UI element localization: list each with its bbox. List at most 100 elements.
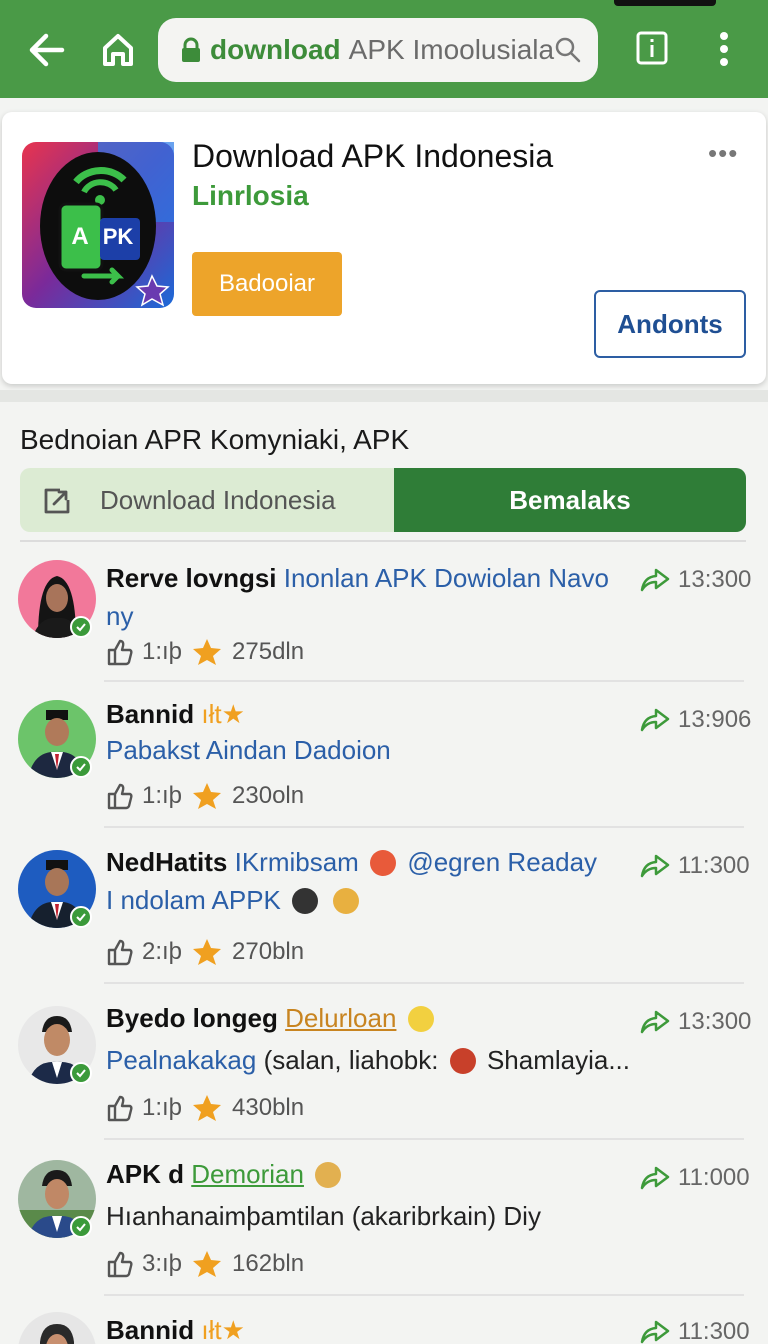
post-header: Byedo longeg Delurloan (106, 1002, 438, 1034)
app-screen: download APK Imoolusiala A PK Download A… (0, 0, 768, 1344)
post-meta: 3:ıþ 162bln (106, 1250, 304, 1278)
time-label: 11:000 (678, 1164, 750, 1191)
flag-emoji-icon (449, 1048, 476, 1074)
android-button[interactable]: Andonts (594, 290, 746, 358)
post-author[interactable]: NedHatits (106, 847, 227, 877)
post-text-line: Pealnakakag (106, 1045, 257, 1075)
verified-check-icon (70, 616, 92, 638)
star-icon (193, 1095, 222, 1121)
rooster-emoji-icon (370, 850, 397, 876)
home-icon (103, 34, 133, 66)
arrow-left-icon (29, 33, 65, 67)
detective-emoji-icon (315, 1162, 342, 1188)
time-label: 11:300 (678, 852, 750, 879)
like-count: 3:ıþ (142, 1250, 183, 1277)
install-button[interactable]: Badooiar (192, 252, 342, 316)
divider (104, 680, 744, 682)
divider (104, 1138, 744, 1140)
avatar[interactable] (18, 560, 96, 638)
post-time: 13:300 (640, 566, 751, 594)
verified-check-icon (70, 1062, 92, 1084)
share-arrow-icon[interactable] (640, 707, 670, 733)
badge-stars: ıłt★ (201, 699, 245, 729)
app-icon: A PK (22, 142, 174, 308)
like-count: 2:ıþ (142, 938, 183, 965)
app-card: A PK Download APK Indonesia Linrlosia ••… (2, 112, 766, 384)
like-count: 1:ıþ (142, 1094, 183, 1121)
view-count: 270bln (232, 938, 305, 965)
divider (20, 540, 746, 542)
divider (104, 1294, 744, 1296)
post-header: Rerve lovngsi Inonlan APK Dowiolan Navo (106, 562, 609, 594)
svg-text:PK: PK (103, 224, 134, 249)
lock-icon (182, 37, 200, 62)
avatar[interactable] (18, 850, 96, 928)
post-author[interactable]: APK d (106, 1159, 184, 1189)
home-button[interactable] (92, 24, 144, 76)
view-count: 162bln (232, 1250, 305, 1277)
share-box-icon (44, 488, 70, 514)
url-domain: download (210, 34, 341, 65)
page-info-button[interactable] (630, 26, 674, 70)
post-time: 11:300 (640, 1318, 750, 1344)
camera-notch (614, 0, 716, 6)
time-label: 13:300 (678, 1008, 752, 1035)
mention-link[interactable]: @egren Readay (407, 847, 597, 877)
thumbs-up-icon[interactable] (106, 1094, 134, 1122)
share-arrow-icon[interactable] (640, 1165, 670, 1191)
tab-label: Download Indonesia (100, 484, 336, 515)
tab-bar: Download Indonesia Bemalaks (20, 468, 746, 532)
tab-bemalaks[interactable]: Bemalaks (394, 468, 746, 532)
post-author[interactable]: Byedo longeg (106, 1003, 278, 1033)
overflow-menu-button[interactable] (704, 26, 744, 72)
post-meta: 2:ıþ 270bln (106, 938, 304, 966)
star-icon (193, 639, 222, 665)
share-arrow-icon[interactable] (640, 853, 670, 879)
post-link[interactable]: Delurloan (285, 1003, 396, 1033)
divider (104, 826, 744, 828)
search-icon[interactable] (554, 36, 582, 64)
post-text-continued: ny (106, 601, 134, 631)
post-author[interactable]: Rerve lovngsi (106, 563, 277, 593)
post-time: 13:906 (640, 706, 751, 734)
post-time: 13:300 (640, 1008, 751, 1036)
post-author[interactable]: Bannid (106, 1315, 194, 1344)
url-path: APK Imoolusiala (348, 34, 555, 65)
back-button[interactable] (20, 24, 72, 76)
share-arrow-icon[interactable] (640, 567, 670, 593)
app-title: Download APK Indonesia (192, 138, 554, 174)
verified-check-icon (70, 1216, 92, 1238)
app-icon-label: A (71, 223, 88, 250)
thumbs-up-icon[interactable] (106, 938, 134, 966)
time-label: 11:300 (678, 1318, 750, 1344)
thumbs-up-icon[interactable] (106, 782, 134, 810)
info-icon (636, 31, 668, 65)
post-link[interactable]: Demorian (191, 1159, 304, 1189)
tab-download-indonesia[interactable]: Download Indonesia (20, 468, 394, 532)
avatar[interactable] (18, 1160, 96, 1238)
view-count: 230oln (232, 782, 305, 809)
share-arrow-icon[interactable] (640, 1319, 670, 1344)
thumbs-up-icon[interactable] (106, 638, 134, 666)
post-text-line: Shamlayia... (486, 1045, 631, 1075)
star-icon (193, 783, 222, 809)
share-arrow-icon[interactable] (640, 1009, 670, 1035)
browser-toolbar: download APK Imoolusiala (0, 0, 768, 98)
avatar[interactable] (18, 1006, 96, 1084)
address-bar[interactable]: download APK Imoolusiala (158, 18, 598, 82)
app-more-menu[interactable]: ••• (708, 138, 738, 169)
avatar[interactable] (18, 700, 96, 778)
thumbs-up-icon[interactable] (106, 1250, 134, 1278)
post-text: Pabakst Aindan Dadoion (106, 735, 391, 765)
avatar[interactable] (18, 1312, 96, 1344)
post-author[interactable]: Bannid (106, 699, 194, 729)
post-text-line: (salan, liahobk: (263, 1045, 439, 1075)
view-count: 430bln (232, 1094, 305, 1121)
app-developer-link[interactable]: Linrlosia (192, 180, 309, 212)
post-meta: 1:ıþ 230oln (106, 782, 304, 810)
post-text: Pealnakakag (salan, liahobk: Shamlayia..… (106, 1044, 630, 1076)
time-label: 13:300 (678, 566, 752, 593)
post-meta: 1:ıþ 430bln (106, 1094, 304, 1122)
face-emoji-icon (292, 888, 319, 914)
smiley-emoji-icon (407, 1006, 434, 1032)
